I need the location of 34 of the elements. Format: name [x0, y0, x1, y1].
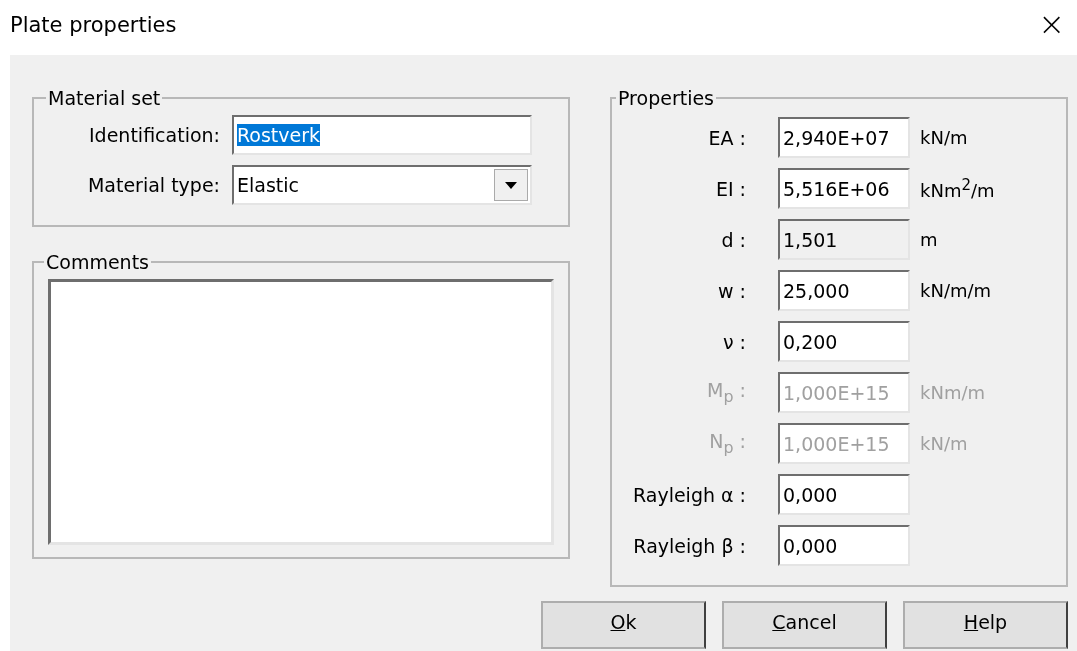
dialog-button[interactable]: Cancel [722, 601, 887, 649]
unit-label: kN/m/m [920, 280, 993, 301]
property-label: Rayleigh α : [631, 483, 747, 506]
value-field[interactable]: 0,200 [778, 321, 910, 362]
unit-label: kN/m [920, 433, 969, 454]
property-label: EA : [707, 126, 747, 149]
group-title: Material set [47, 87, 162, 109]
property-label: Rayleigh β : [632, 534, 747, 557]
dialog-button[interactable]: Ok [541, 601, 706, 649]
field-label: Material type: [86, 174, 220, 196]
property-label: d : [720, 228, 747, 251]
close-button[interactable]: × [1032, 4, 1071, 43]
value-field[interactable]: 1,501 [778, 219, 910, 260]
value-field[interactable]: 5,516E+06 [778, 168, 910, 209]
dialog-button[interactable]: Help [903, 601, 1068, 649]
value-field[interactable]: 0,000 [778, 474, 910, 515]
unit-label: kN/m [920, 127, 969, 148]
property-label: EI : [714, 177, 747, 200]
group-title: Comments [45, 251, 150, 273]
property-label: ν : [721, 330, 747, 353]
field-label: Identification: [88, 124, 220, 146]
unit-label: m [920, 229, 939, 250]
property-label: N$_{p}$ : [708, 430, 747, 457]
value-field[interactable]: 0,000 [778, 525, 910, 566]
unit-label: kNm$^{2}$/m [920, 176, 996, 201]
window-title: Plate properties [10, 12, 177, 37]
property-label: M$_{p}$ : [706, 379, 747, 406]
unit-label: kNm/m [920, 382, 987, 403]
value-field[interactable]: 2,940E+07 [778, 117, 910, 158]
property-label: w : [717, 279, 747, 302]
text-field[interactable]: Rostverk [232, 115, 532, 155]
dropdown[interactable]: Elastic [232, 165, 532, 205]
group-title: Properties [617, 87, 716, 109]
value-field[interactable]: 25,000 [778, 270, 910, 311]
